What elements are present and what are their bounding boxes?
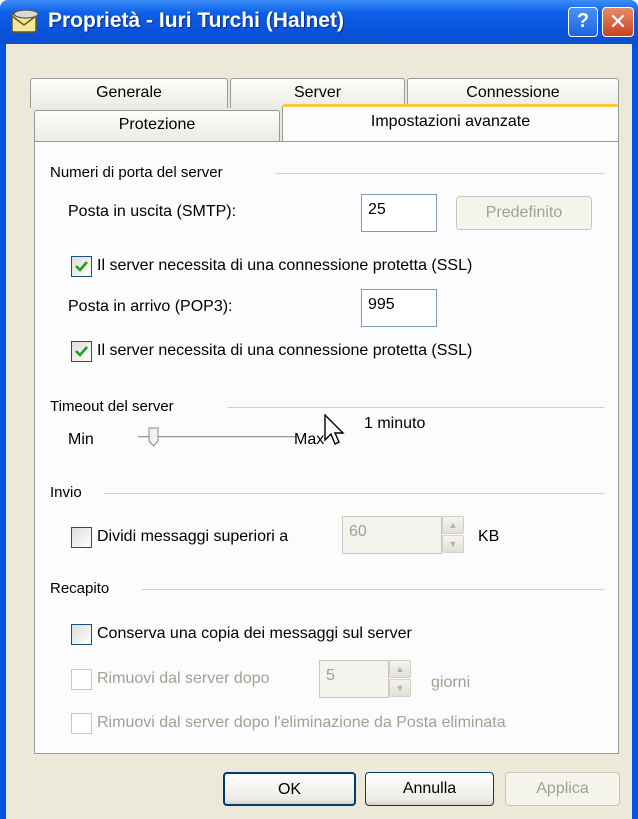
- tab-generale[interactable]: Generale: [30, 78, 228, 108]
- spin-down-icon[interactable]: ▼: [442, 535, 464, 553]
- close-button[interactable]: ✕: [602, 7, 634, 37]
- group-divider: [104, 493, 604, 494]
- ok-button[interactable]: OK: [223, 772, 356, 806]
- keep-copy-checkbox[interactable]: [71, 624, 92, 645]
- properties-dialog: Proprietà - Iuri Turchi (Halnet) ? ✕ Gen…: [0, 0, 638, 819]
- remove-after-label: Rimuovi dal server dopo: [97, 670, 270, 687]
- split-size-input[interactable]: 60: [342, 516, 442, 554]
- remove-after-unit: giorni: [431, 674, 471, 691]
- timeout-value-label: 1 minuto: [364, 415, 426, 432]
- group-divider: [142, 589, 604, 590]
- check-icon: [75, 261, 88, 272]
- cancel-button[interactable]: Annulla: [365, 772, 494, 806]
- timeout-max-label: Max: [294, 431, 325, 448]
- remove-after-days-input[interactable]: 5: [319, 660, 389, 698]
- pop3-ssl-checkbox[interactable]: [71, 341, 92, 362]
- remove-deleted-checkbox[interactable]: [71, 713, 92, 734]
- title-bar[interactable]: Proprietà - Iuri Turchi (Halnet) ? ✕: [0, 0, 638, 44]
- smtp-label: Posta in uscita (SMTP):: [68, 203, 237, 220]
- pop3-port-input[interactable]: 995: [361, 289, 437, 327]
- spin-up-icon[interactable]: ▲: [389, 660, 411, 678]
- smtp-ssl-label: Il server necessita di una connessione p…: [97, 257, 473, 274]
- pop3-label: Posta in arrivo (POP3):: [68, 298, 233, 315]
- split-size-unit: KB: [478, 528, 500, 545]
- help-button[interactable]: ?: [568, 7, 598, 37]
- group-divider: [276, 173, 604, 174]
- split-messages-checkbox[interactable]: [71, 527, 92, 548]
- remove-deleted-label: Rimuovi dal server dopo l'eliminazione d…: [97, 714, 506, 731]
- keep-copy-label: Conserva una copia dei messaggi sul serv…: [97, 625, 412, 642]
- window-title: Proprietà - Iuri Turchi (Halnet): [48, 9, 344, 32]
- smtp-port-input[interactable]: 25: [361, 194, 437, 232]
- group-label-delivery: Recapito: [50, 580, 110, 597]
- timeout-min-label: Min: [68, 431, 94, 448]
- tab-impostazioni-avanzate[interactable]: Impostazioni avanzate: [282, 104, 619, 142]
- spin-down-icon[interactable]: ▼: [389, 679, 411, 697]
- group-divider: [228, 407, 604, 408]
- group-label-ports: Numeri di porta del server: [50, 164, 223, 181]
- pop3-ssl-label: Il server necessita di una connessione p…: [97, 342, 473, 359]
- mail-account-icon: [11, 9, 39, 33]
- remove-after-checkbox[interactable]: [71, 669, 92, 690]
- split-size-spinner[interactable]: ▲ ▼: [442, 516, 464, 554]
- timeout-slider-track[interactable]: [138, 436, 296, 439]
- default-button[interactable]: Predefinito: [456, 196, 592, 230]
- smtp-ssl-checkbox[interactable]: [71, 256, 92, 277]
- remove-after-spinner[interactable]: ▲ ▼: [389, 660, 411, 698]
- tab-protezione[interactable]: Protezione: [34, 110, 280, 141]
- split-messages-label: Dividi messaggi superiori a: [97, 528, 289, 545]
- group-label-timeout: Timeout del server: [50, 398, 174, 415]
- slider-thumb-icon[interactable]: [148, 427, 159, 447]
- check-icon: [75, 346, 88, 357]
- spin-up-icon[interactable]: ▲: [442, 516, 464, 534]
- mouse-cursor-icon: [324, 414, 345, 445]
- group-label-sending: Invio: [50, 484, 82, 501]
- apply-button[interactable]: Applica: [505, 772, 620, 806]
